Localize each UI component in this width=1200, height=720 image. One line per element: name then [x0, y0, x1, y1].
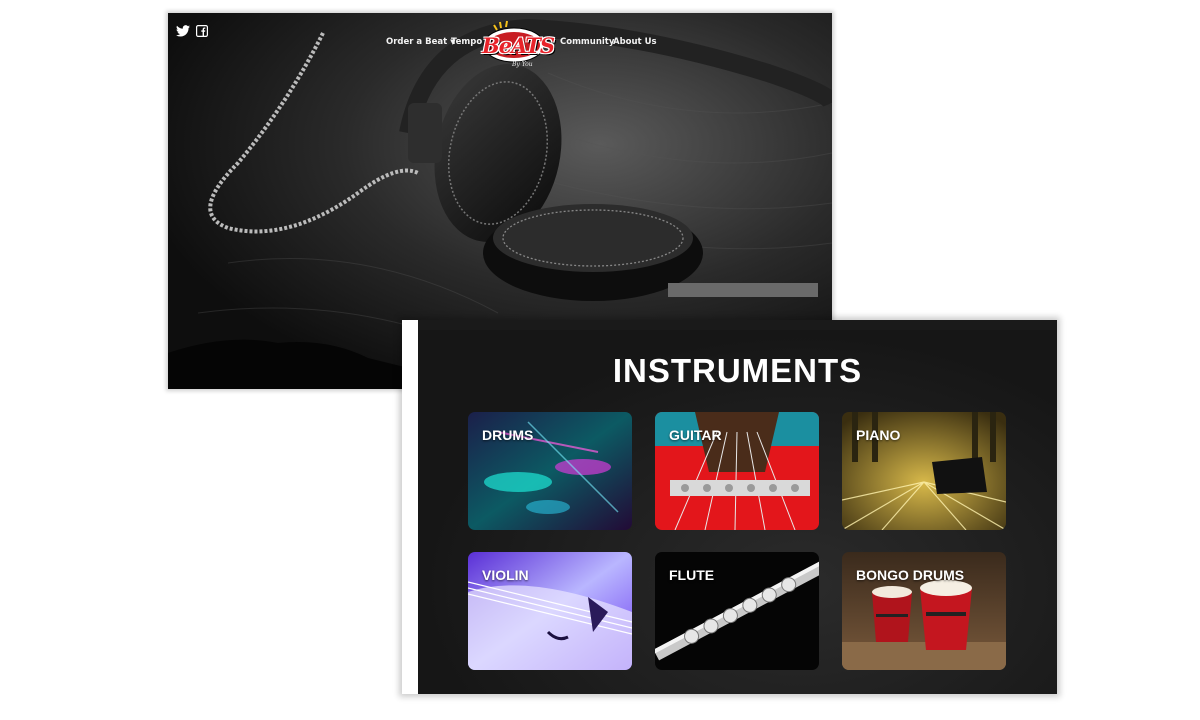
stage: Order a Beat ▼ Tempo BeATS By You Communi… — [0, 0, 1200, 720]
instrument-card-piano[interactable]: PIANO — [842, 412, 1006, 530]
nav-tempo[interactable]: Tempo — [451, 37, 482, 47]
section-title: INSTRUMENTS — [612, 352, 863, 389]
instrument-card-drums[interactable]: DRUMS — [468, 412, 632, 530]
nav-community[interactable]: Community — [560, 37, 614, 47]
instruments-section: INSTRUMENTS DRUMS GUITAR PIANO VIOLIN FL… — [418, 330, 1057, 694]
card-label-piano: PIANO — [856, 427, 901, 443]
logo-tagline: By You — [512, 61, 533, 68]
instrument-card-flute[interactable]: FLUTE — [655, 552, 819, 670]
card-label-guitar: GUITAR — [669, 427, 722, 443]
card-label-drums: DRUMS — [482, 427, 534, 443]
instrument-card-guitar[interactable]: GUITAR — [655, 412, 819, 530]
main-navigation: Order a Beat ▼ Tempo BeATS By You Communi… — [168, 13, 832, 73]
nav-order-a-beat-label: Order a Beat — [386, 37, 448, 47]
instrument-card-violin[interactable]: VIOLIN — [468, 552, 632, 670]
card-label-bongo-drums: BONGO DRUMS — [856, 567, 965, 583]
nav-about-us[interactable]: About Us — [613, 37, 657, 47]
card-label-violin: VIOLIN — [482, 567, 529, 583]
site-logo[interactable]: BeATS By You — [482, 19, 555, 75]
card-label-flute: FLUTE — [669, 567, 715, 583]
instruments-screenshot: INSTRUMENTS DRUMS GUITAR PIANO VIOLIN FL… — [402, 320, 1057, 694]
instrument-card-bongo-drums[interactable]: BONGO DRUMS — [842, 552, 1006, 670]
logo-text: BeATS — [482, 33, 555, 58]
nav-order-a-beat[interactable]: Order a Beat ▼ — [386, 37, 456, 47]
